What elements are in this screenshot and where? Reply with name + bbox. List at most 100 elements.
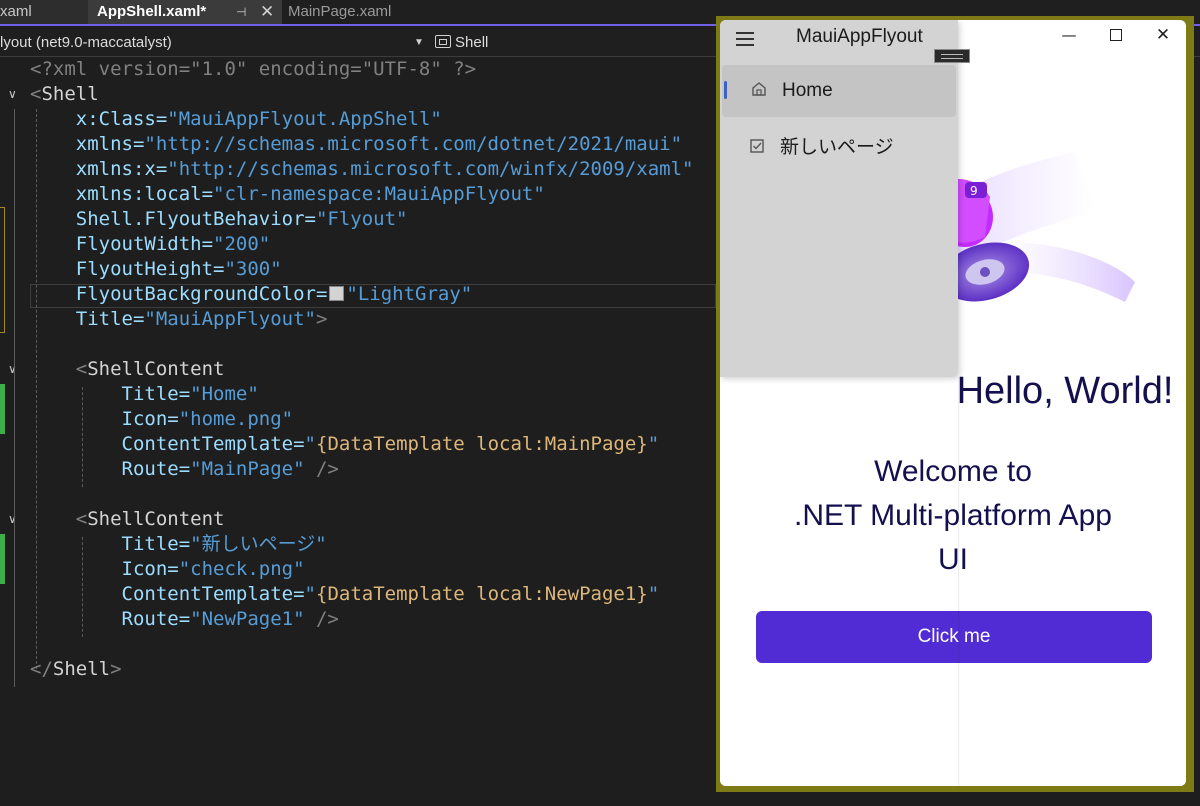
code-token: "home.png" xyxy=(178,408,294,430)
minimize-icon: — xyxy=(1061,26,1077,44)
code-token: "http://schemas.microsoft.com/winfx/2009… xyxy=(167,158,694,180)
collapse-icon[interactable]: ∨ xyxy=(8,87,17,101)
hamburger-menu-icon[interactable] xyxy=(736,32,754,46)
member-label: Shell xyxy=(455,34,489,51)
code-token: FlyoutHeight= xyxy=(30,258,225,280)
close-tab-icon[interactable]: ✕ xyxy=(260,0,274,24)
code-token: " xyxy=(647,583,660,605)
selection-indicator xyxy=(724,81,727,99)
code-line: </Shell> xyxy=(30,657,122,682)
close-button[interactable]: ✕ xyxy=(1140,20,1186,52)
code-line: Title="MauiAppFlyout"> xyxy=(30,307,328,332)
app-client-area: 9 Hello, World! Welcome to .NET Multi-pl… xyxy=(720,20,1186,786)
tab-appshell-xaml[interactable]: AppShell.xaml* ⊣ ✕ xyxy=(88,0,282,24)
welcome-line: Welcome to xyxy=(874,455,1032,488)
code-token: xmlns= xyxy=(30,133,145,155)
code-token: < xyxy=(30,83,42,105)
code-token: /> xyxy=(304,608,339,630)
code-token: > xyxy=(315,308,328,330)
chevron-down-icon: ▼ xyxy=(414,37,424,48)
project-dropdown[interactable]: lyout (net9.0-maccatalyst) ▼ xyxy=(0,30,428,56)
project-label: lyout (net9.0-maccatalyst) xyxy=(0,34,172,51)
code-token: "NewPage1" xyxy=(190,608,305,630)
code-token: Shell.FlyoutBehavior= xyxy=(30,208,316,230)
change-marker-unsaved xyxy=(0,207,5,333)
code-token: xmlns:local= xyxy=(30,183,214,205)
code-line: FlyoutWidth="200" xyxy=(30,232,270,257)
maximize-button[interactable] xyxy=(1093,20,1139,52)
code-token: "MauiAppFlyout.AppShell" xyxy=(167,108,442,130)
code-token: Route= xyxy=(30,458,191,480)
checkbox-icon xyxy=(750,139,764,153)
home-icon xyxy=(752,82,766,96)
code-token: ContentTemplate= xyxy=(30,433,305,455)
click-me-button[interactable]: Click me xyxy=(756,611,1152,663)
code-line: <ShellContent xyxy=(30,357,225,382)
code-token: xmlns:x= xyxy=(30,158,168,180)
code-token: /> xyxy=(304,458,339,480)
collapse-icon[interactable]: ∨ xyxy=(8,362,17,376)
code-token: " xyxy=(304,433,316,455)
flyout-item-label: Home xyxy=(782,80,833,101)
member-dropdown[interactable]: Shell xyxy=(432,30,722,56)
code-token: Route= xyxy=(30,608,191,630)
svg-text:9: 9 xyxy=(970,184,978,198)
code-line: xmlns="http://schemas.microsoft.com/dotn… xyxy=(30,132,682,157)
code-line: Route="NewPage1" /> xyxy=(30,607,339,632)
code-token: ContentTemplate= xyxy=(30,583,305,605)
pin-icon[interactable]: ⊣ xyxy=(236,0,246,24)
code-token: " xyxy=(647,433,660,455)
drag-handle-icon[interactable] xyxy=(934,49,970,63)
flyout-menu: MauiAppFlyout Home 新しいページ xyxy=(720,20,958,377)
class-icon xyxy=(435,35,451,48)
code-token: "http://schemas.microsoft.com/dotnet/202… xyxy=(144,133,683,155)
flyout-item-label: 新しいページ xyxy=(780,137,894,158)
code-token: ShellContent xyxy=(87,358,225,380)
code-token: ShellContent xyxy=(87,508,225,530)
code-token: > xyxy=(110,658,122,680)
outline-guide xyxy=(14,109,15,687)
code-line: Shell.FlyoutBehavior="Flyout" xyxy=(30,207,408,232)
code-token: < xyxy=(30,358,88,380)
code-token: "新しいページ" xyxy=(190,533,327,555)
code-line: ContentTemplate="{DataTemplate local:New… xyxy=(30,582,660,607)
code-token: < xyxy=(30,508,88,530)
code-line: ContentTemplate="{DataTemplate local:Mai… xyxy=(30,432,660,457)
code-line: <?xml version="1.0" encoding="UTF-8" ?> xyxy=(30,57,476,82)
code-line: Title="新しいページ" xyxy=(30,532,327,557)
code-token: FlyoutBackgroundColor= xyxy=(30,283,328,305)
collapse-icon[interactable]: ∨ xyxy=(8,512,17,526)
code-token: "MauiAppFlyout" xyxy=(144,308,316,330)
code-line: <ShellContent xyxy=(30,507,225,532)
code-token: <?xml version="1.0" encoding="UTF-8" ?> xyxy=(30,58,477,80)
code-editor[interactable]: ∨ ∨ ∨ <?xml version="1.0" encoding="UTF-… xyxy=(0,57,716,806)
code-line: Title="Home" xyxy=(30,382,259,407)
code-token: Shell xyxy=(52,658,111,680)
flyout-item-new-page[interactable]: 新しいページ xyxy=(720,122,954,174)
code-line: xmlns:local="clr-namespace:MauiAppFlyout… xyxy=(30,182,545,207)
tab-mainpage-xaml[interactable]: MainPage.xaml xyxy=(282,0,428,24)
tab-partial-xaml[interactable]: xaml xyxy=(0,0,88,24)
code-line: x:Class="MauiAppFlyout.AppShell" xyxy=(30,107,442,132)
code-token: "MainPage" xyxy=(190,458,305,480)
code-token: " xyxy=(304,583,316,605)
flyout-edge xyxy=(958,377,960,786)
code-token: Icon= xyxy=(30,408,179,430)
code-token: {DataTemplate local:NewPage1} xyxy=(316,583,648,605)
minimize-button[interactable]: — xyxy=(1046,20,1092,52)
code-token: FlyoutWidth= xyxy=(30,233,214,255)
code-token: "Home" xyxy=(190,383,259,405)
code-token: "Flyout" xyxy=(315,208,408,230)
code-token: Title= xyxy=(30,308,145,330)
welcome-line: UI xyxy=(938,543,968,576)
flyout-item-home[interactable]: Home xyxy=(722,65,956,117)
code-line: Icon="check.png" xyxy=(30,557,305,582)
code-line: FlyoutHeight="300" xyxy=(30,257,282,282)
code-line: Route="MainPage" /> xyxy=(30,457,339,482)
code-token: "LightGray" xyxy=(346,283,473,305)
code-token: Shell xyxy=(41,83,99,105)
code-line: <Shell xyxy=(30,82,99,107)
code-token: {DataTemplate local:MainPage} xyxy=(316,433,648,455)
code-token: "check.png" xyxy=(178,558,305,580)
maui-app-window: 9 Hello, World! Welcome to .NET Multi-pl… xyxy=(716,16,1194,792)
